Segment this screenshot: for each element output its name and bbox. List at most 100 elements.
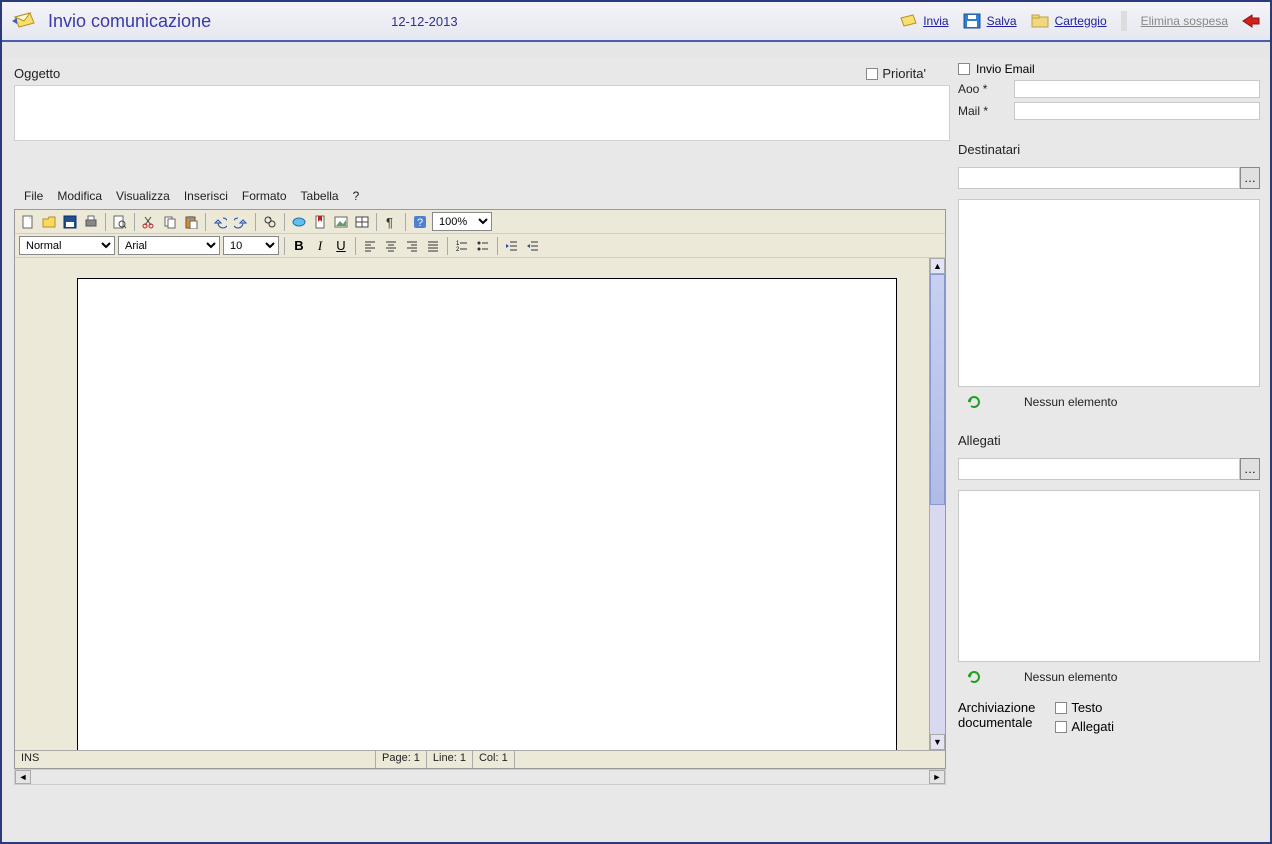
editor-frame: ¶ ? 100% Normal Arial 10 B I U 12 [14,209,946,769]
toolbar-format: Normal Arial 10 B I U 12 [15,234,945,258]
invio-email-label: Invio Email [976,62,1035,76]
save-button[interactable]: Salva [963,13,1017,29]
menu-file[interactable]: File [18,187,49,205]
new-doc-icon[interactable] [19,213,37,231]
status-bar: INS Page: 1 Line: 1 Col: 1 [15,750,945,768]
priorita-label: Priorita' [882,66,926,81]
send-button[interactable]: Invia [899,13,948,29]
archive-allegati-checkbox[interactable]: Allegati [1055,719,1114,734]
allegati-label: Allegati [958,433,1260,448]
archive-label1: Archiviazione [958,700,1035,715]
menu-inserisci[interactable]: Inserisci [178,187,234,205]
destinatari-lookup-input[interactable] [958,167,1240,189]
size-combo[interactable]: 10 [223,236,279,255]
editor-page[interactable] [77,278,897,750]
menu-formato[interactable]: Formato [236,187,293,205]
allegati-empty: Nessun elemento [1024,670,1117,684]
scroll-thumb[interactable] [930,274,945,505]
paste-icon[interactable] [182,213,200,231]
status-ins: INS [15,751,375,768]
help-icon[interactable]: ? [411,213,429,231]
priorita-checkbox[interactable]: Priorita' [866,66,926,81]
subject-label: Oggetto [14,66,60,81]
refresh-icon[interactable] [966,670,984,684]
folder-icon [1031,13,1049,29]
align-center-icon[interactable] [382,237,400,255]
back-arrow-icon[interactable] [1242,14,1260,28]
checkbox-icon [866,68,878,80]
link-icon[interactable] [290,213,308,231]
allegati-lookup-input[interactable] [958,458,1240,480]
subject-input[interactable] [14,85,950,141]
checkbox-icon [1055,721,1067,733]
destinatari-list[interactable] [958,199,1260,387]
style-combo[interactable]: Normal [19,236,115,255]
scroll-up-icon[interactable]: ▲ [930,258,945,274]
floppy-icon [963,13,981,29]
find-icon[interactable] [261,213,279,231]
horizontal-scrollbar[interactable]: ◄ ► [14,769,946,785]
bookmark-icon[interactable] [311,213,329,231]
elimina-button[interactable]: Elimina sospesa [1141,14,1228,28]
save-icon[interactable] [61,213,79,231]
carteggio-button[interactable]: Carteggio [1031,13,1107,29]
align-justify-icon[interactable] [424,237,442,255]
italic-icon[interactable]: I [311,237,329,255]
menu-help[interactable]: ? [347,187,366,205]
cut-icon[interactable] [140,213,158,231]
pilcrow-icon[interactable]: ¶ [382,213,400,231]
table-icon[interactable] [353,213,371,231]
preview-icon[interactable] [111,213,129,231]
scroll-left-icon[interactable]: ◄ [15,770,31,784]
image-icon[interactable] [332,213,350,231]
menu-modifica[interactable]: Modifica [51,187,108,205]
vertical-scrollbar[interactable]: ▲ ▼ [929,258,945,750]
allegati-list[interactable] [958,490,1260,662]
aoo-label: Aoo [958,82,979,96]
mail-input[interactable] [1014,102,1260,120]
send-label: Invia [923,14,948,28]
indent-icon[interactable] [524,237,542,255]
aoo-input[interactable] [1014,80,1260,98]
outdent-icon[interactable] [503,237,521,255]
mail-label: Mail [958,104,980,118]
archive-testo-checkbox[interactable]: Testo [1055,700,1114,715]
titlebar: Invio comunicazione 12-12-2013 Invia Sal… [2,2,1270,42]
menu-tabella[interactable]: Tabella [295,187,345,205]
list-numbered-icon[interactable]: 12 [453,237,471,255]
toolbar-main: ¶ ? 100% [15,210,945,234]
bold-icon[interactable]: B [290,237,308,255]
carteggio-label: Carteggio [1055,14,1107,28]
menu-visualizza[interactable]: Visualizza [110,187,176,205]
redo-icon[interactable] [232,213,250,231]
scroll-down-icon[interactable]: ▼ [930,734,945,750]
print-icon[interactable] [82,213,100,231]
status-page: Page: 1 [375,751,426,768]
copy-icon[interactable] [161,213,179,231]
svg-text:?: ? [417,217,423,229]
elimina-label: Elimina sospesa [1141,14,1228,28]
invio-email-checkbox[interactable]: Invio Email [958,62,1260,76]
checkbox-icon [958,63,970,75]
undo-icon[interactable] [211,213,229,231]
list-bullet-icon[interactable] [474,237,492,255]
archive-label2: documentale [958,715,1035,730]
underline-icon[interactable]: U [332,237,350,255]
status-line: Line: 1 [426,751,472,768]
destinatari-empty: Nessun elemento [1024,395,1117,409]
right-pane: Invio Email Aoo * Mail * Destinatari … N… [950,58,1270,842]
subbar [2,42,1270,58]
align-right-icon[interactable] [403,237,421,255]
open-icon[interactable] [40,213,58,231]
destinatari-lookup-button[interactable]: … [1240,167,1260,189]
align-left-icon[interactable] [361,237,379,255]
separator [1121,11,1127,31]
mail-icon [12,11,38,31]
allegati-lookup-button[interactable]: … [1240,458,1260,480]
scroll-right-icon[interactable]: ► [929,770,945,784]
status-col: Col: 1 [472,751,514,768]
date-display: 12-12-2013 [391,14,458,29]
zoom-combo[interactable]: 100% [432,212,492,231]
font-combo[interactable]: Arial [118,236,220,255]
refresh-icon[interactable] [966,395,984,409]
